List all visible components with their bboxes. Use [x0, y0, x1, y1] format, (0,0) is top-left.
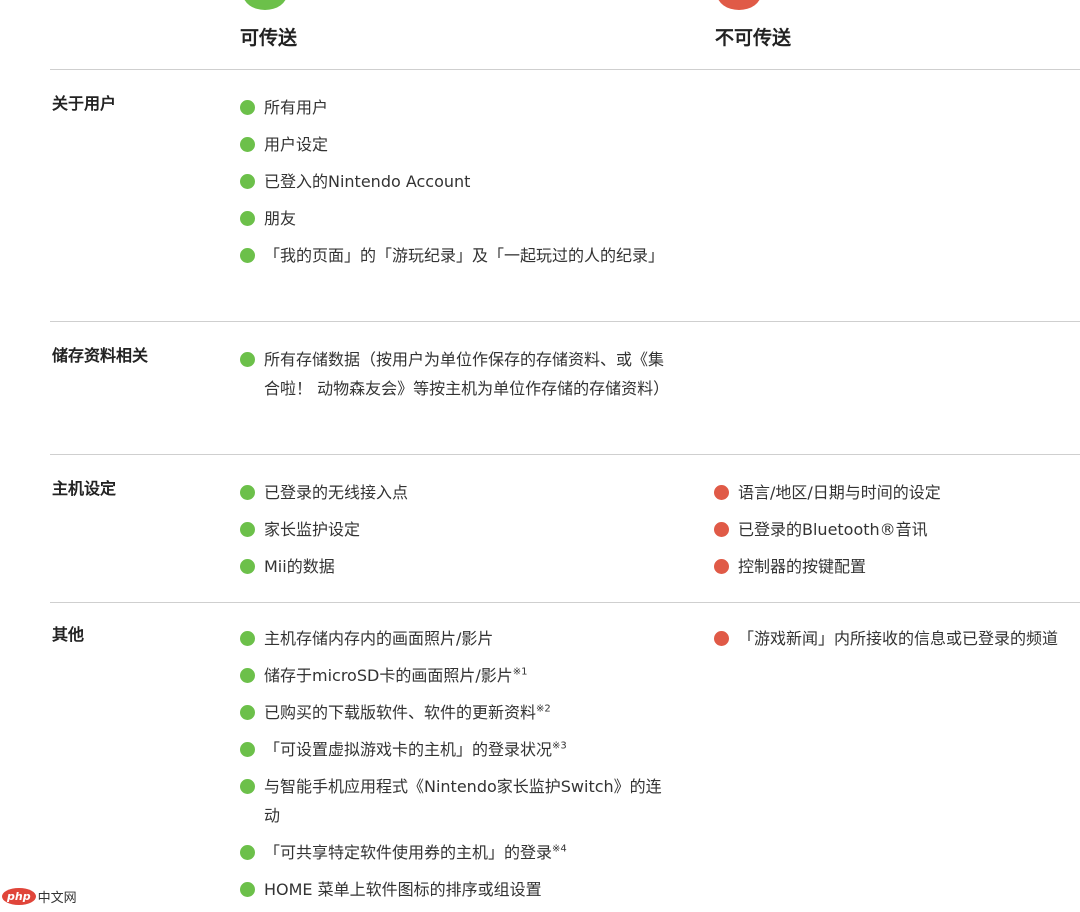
transferable-list: 已登录的无线接入点 家长监护设定 Mii的数据 — [240, 478, 670, 589]
watermark-text: 中文网 — [37, 891, 77, 906]
transferable-list: 所有用户 用户设定 已登入的Nintendo Account 朋友 「我的页面」… — [240, 93, 670, 278]
list-item: 用户设定 — [240, 130, 670, 159]
green-dot-icon — [240, 742, 255, 757]
section-label: 储存资料相关 — [52, 346, 149, 365]
red-dot-icon — [714, 631, 729, 646]
not-transferable-circle-icon — [717, 0, 761, 10]
column-header-transferable: 可传送 — [240, 27, 298, 49]
list-item: 所有用户 — [240, 93, 670, 122]
green-dot-icon — [240, 705, 255, 720]
footnote-marker: ※3 — [552, 740, 567, 752]
list-item: 「游戏新闻」内所接收的信息或已登录的频道 — [714, 624, 1080, 653]
green-dot-icon — [240, 137, 255, 152]
red-dot-icon — [714, 559, 729, 574]
green-dot-icon — [240, 522, 255, 537]
not-transferable-list: 「游戏新闻」内所接收的信息或已登录的频道 — [714, 624, 1080, 661]
list-item: 语言/地区/日期与时间的设定 — [714, 478, 1080, 507]
red-dot-icon — [714, 485, 729, 500]
watermark: php 中文网 — [2, 887, 77, 906]
list-item: 已登入的Nintendo Account — [240, 167, 670, 196]
header-divider — [50, 69, 1080, 70]
list-item: Mii的数据 — [240, 552, 670, 581]
green-dot-icon — [240, 882, 255, 897]
list-item: 朋友 — [240, 204, 670, 233]
green-dot-icon — [240, 559, 255, 574]
list-item: 已登录的无线接入点 — [240, 478, 670, 507]
list-item: HOME 菜单上软件图标的排序或组设置 — [240, 875, 670, 904]
list-item: 已登录的Bluetooth®音讯 — [714, 515, 1080, 544]
footnote-marker: ※2 — [536, 703, 551, 715]
list-item: 与智能手机应用程式《Nintendo家长监护Switch》的连动 — [240, 772, 670, 830]
list-item: 「我的页面」的「游玩纪录」及「一起玩过的人的纪录」 — [240, 241, 670, 270]
column-header-not-transferable: 不可传送 — [715, 27, 792, 49]
section-label: 主机设定 — [52, 479, 117, 498]
green-dot-icon — [240, 779, 255, 794]
section-label: 关于用户 — [52, 94, 117, 113]
green-dot-icon — [240, 485, 255, 500]
list-item: 主机存储内存内的画面照片/影片 — [240, 624, 670, 653]
list-item: 储存于microSD卡的画面照片/影片※1 — [240, 661, 670, 690]
footnote-marker: ※1 — [512, 666, 528, 678]
section-label: 其他 — [52, 625, 85, 644]
green-dot-icon — [240, 174, 255, 189]
transferable-list: 主机存储内存内的画面照片/影片 储存于microSD卡的画面照片/影片※1 已购… — [240, 624, 670, 912]
list-item: 已购买的下载版软件、软件的更新资料※2 — [240, 698, 670, 727]
list-item: 所有存储数据（按用户为单位作保存的存储资料、或《集合啦！ 动物森友会》等按主机为… — [240, 345, 670, 403]
list-item: 控制器的按键配置 — [714, 552, 1080, 581]
list-item: 「可设置虚拟游戏卡的主机」的登录状况※3 — [240, 735, 670, 764]
php-logo: php — [2, 888, 36, 905]
red-dot-icon — [714, 522, 729, 537]
green-dot-icon — [240, 248, 255, 263]
green-dot-icon — [240, 845, 255, 860]
transferable-list: 所有存储数据（按用户为单位作保存的存储资料、或《集合啦！ 动物森友会》等按主机为… — [240, 345, 670, 411]
section-divider — [50, 321, 1080, 322]
list-item: 「可共享特定软件使用券的主机」的登录※4 — [240, 838, 670, 867]
green-dot-icon — [240, 100, 255, 115]
list-item: 家长监护设定 — [240, 515, 670, 544]
green-dot-icon — [240, 211, 255, 226]
transferable-circle-icon — [243, 0, 287, 10]
section-divider — [50, 602, 1080, 603]
green-dot-icon — [240, 352, 255, 367]
green-dot-icon — [240, 668, 255, 683]
not-transferable-list: 语言/地区/日期与时间的设定 已登录的Bluetooth®音讯 控制器的按键配置 — [714, 478, 1080, 589]
footnote-marker: ※4 — [552, 843, 567, 855]
green-dot-icon — [240, 631, 255, 646]
section-divider — [50, 454, 1080, 455]
